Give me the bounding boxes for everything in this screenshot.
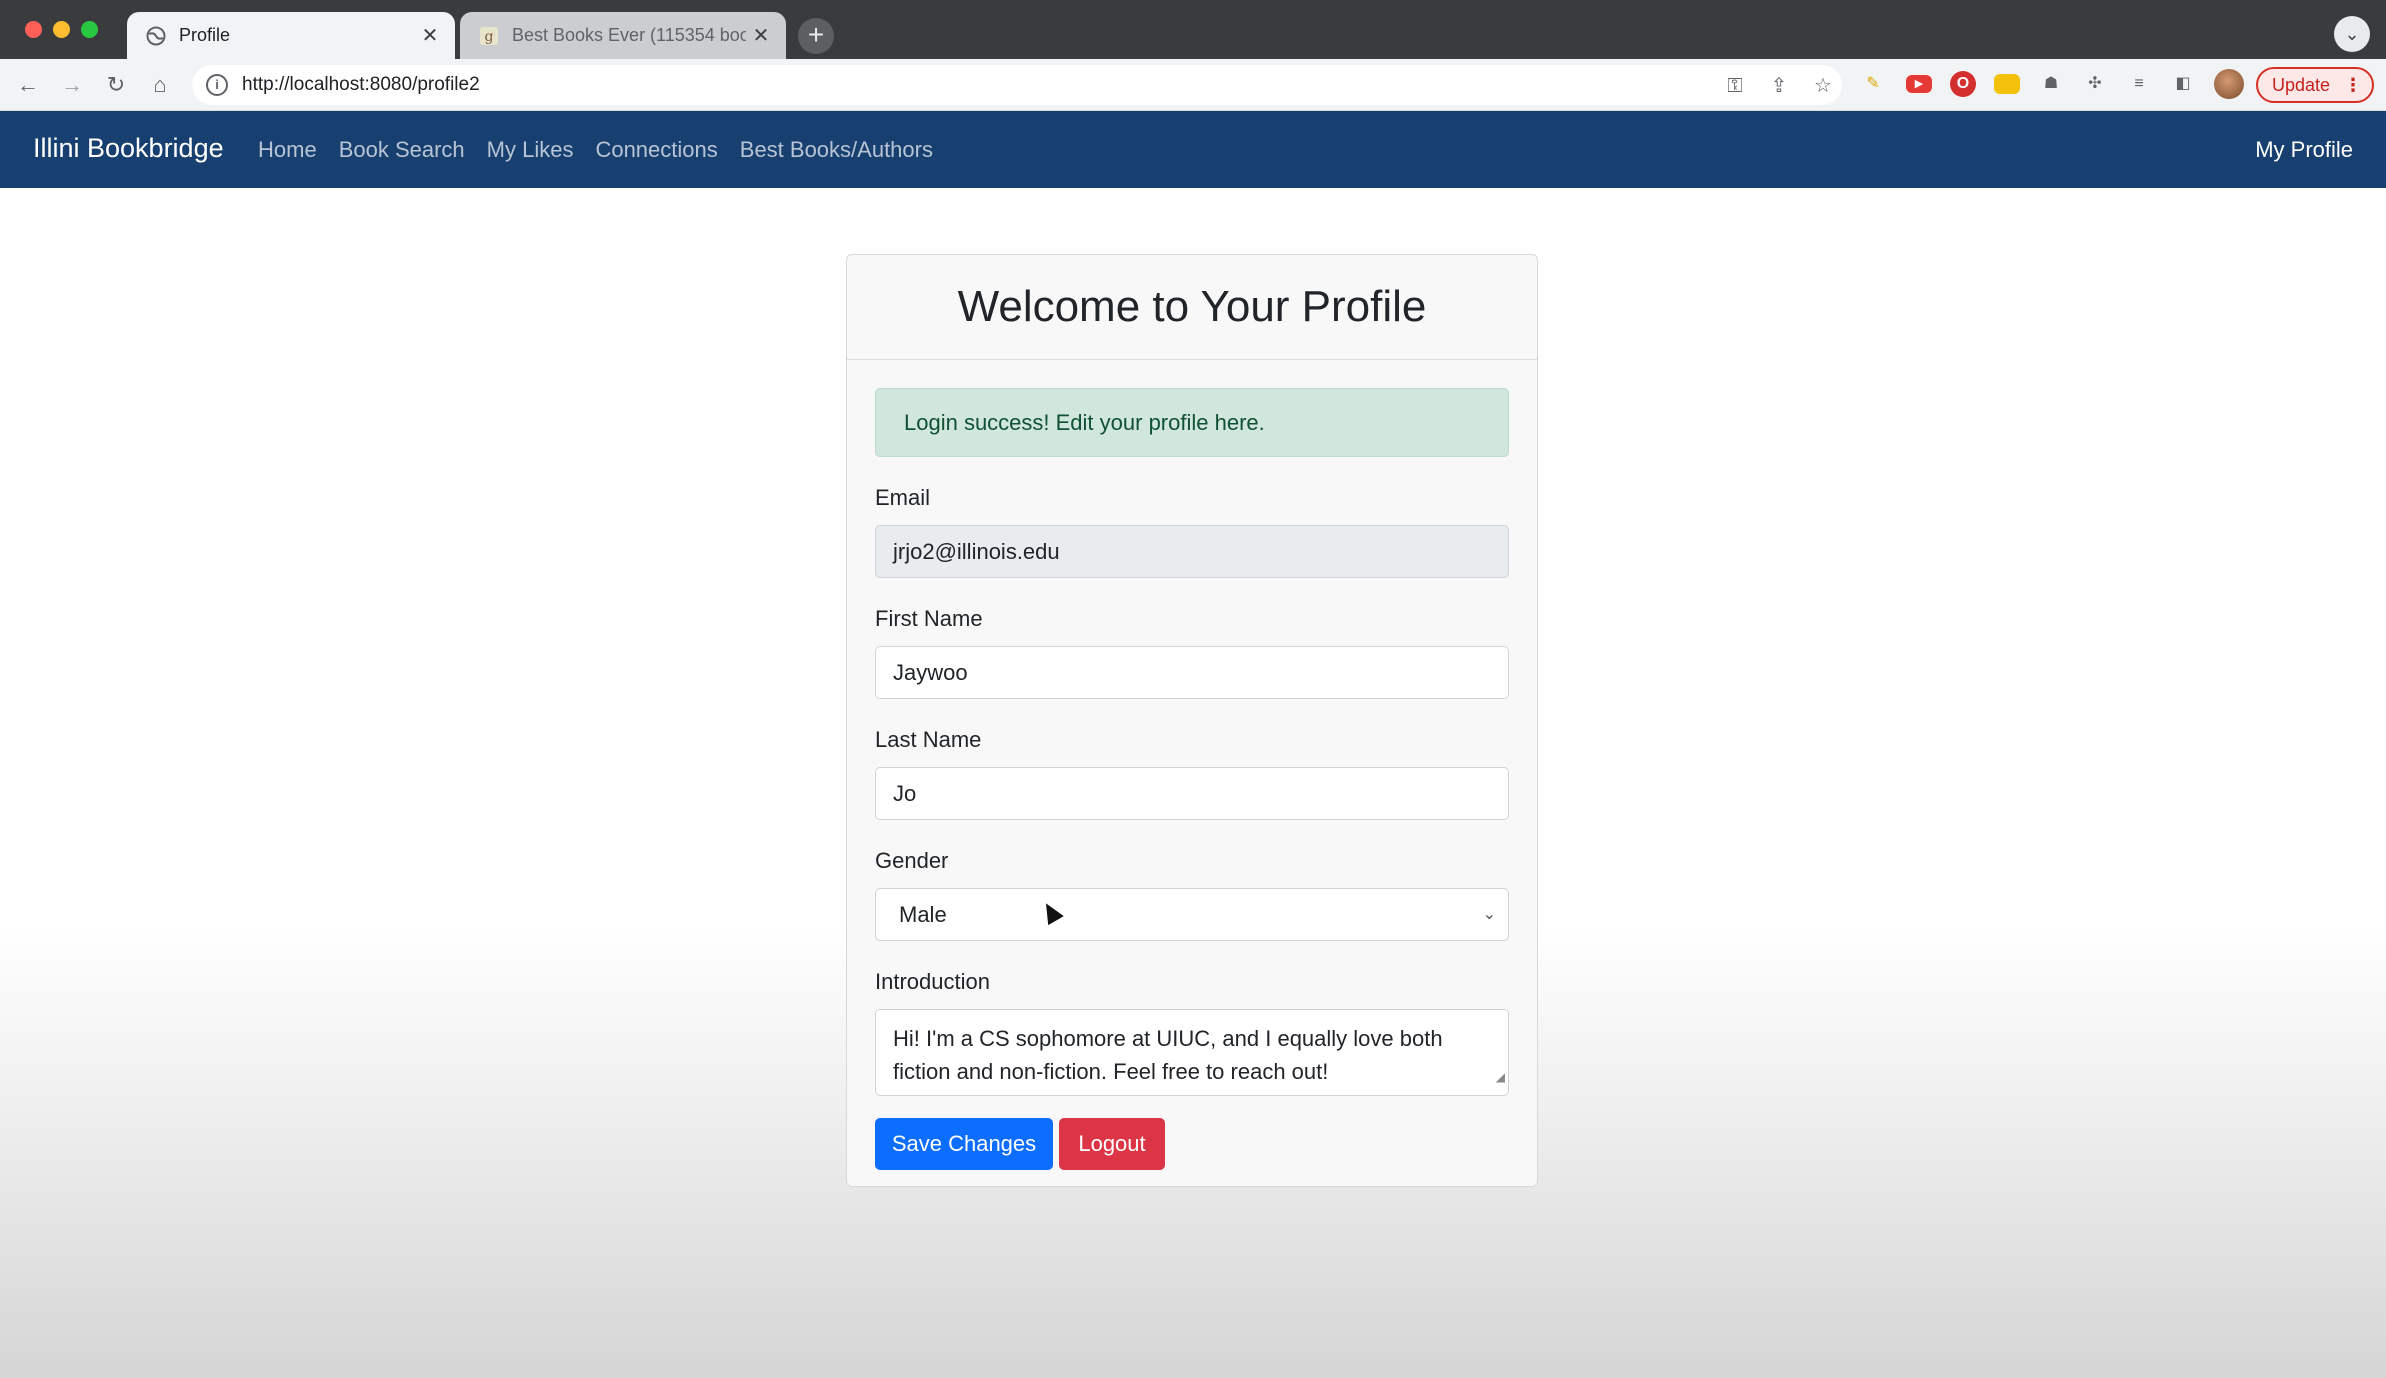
share-icon[interactable]: ⇪	[1766, 73, 1792, 99]
user-avatar[interactable]	[2214, 69, 2244, 99]
close-tab-icon[interactable]: ✕	[746, 23, 776, 48]
profile-form: Login success! Edit your profile here. E…	[847, 360, 1537, 1170]
url-text: http://localhost:8080/profile2	[242, 74, 480, 95]
profile-card: Welcome to Your Profile Login success! E…	[846, 254, 1538, 1187]
pencil-extension-icon[interactable]: ✎	[1860, 71, 1886, 97]
gender-selected-value: Male	[899, 902, 947, 927]
introduction-line: Hi! I'm a CS sophomore at UIUC, and I eq…	[893, 1026, 1443, 1051]
tab-search-button[interactable]: ⌄	[2334, 16, 2370, 52]
info-icon[interactable]: i	[206, 74, 228, 96]
close-window-button[interactable]	[25, 21, 42, 38]
video-extension-icon[interactable]: ▶	[1906, 75, 1932, 93]
browser-toolbar: ← → ↻ ⌂ i http://localhost:8080/profile2…	[0, 59, 2386, 111]
introduction-line: fiction and non-fiction. Feel free to re…	[893, 1059, 1329, 1084]
update-button[interactable]: Update ⋮	[2256, 67, 2374, 103]
brand-logo[interactable]: Illini Bookbridge	[33, 133, 224, 164]
nav-book-search[interactable]: Book Search	[339, 137, 465, 163]
back-icon[interactable]: ←	[12, 69, 44, 101]
globe-icon	[145, 25, 167, 47]
nav-my-likes[interactable]: My Likes	[487, 137, 574, 163]
save-changes-button[interactable]: Save Changes	[875, 1118, 1053, 1170]
chevron-down-icon: ⌄	[1482, 906, 1496, 923]
update-label: Update	[2272, 75, 2331, 95]
bookmark-star-icon[interactable]: ☆	[1810, 73, 1836, 99]
app-navbar: Illini Bookbridge Home Book Search My Li…	[0, 111, 2386, 188]
form-actions: Save Changes Logout	[875, 1118, 1509, 1170]
address-bar[interactable]: i http://localhost:8080/profile2 ⚿ ⇪ ☆	[192, 65, 1842, 105]
nav-home[interactable]: Home	[258, 137, 317, 163]
gender-label: Gender	[875, 848, 949, 873]
resize-handle-icon[interactable]: ◢	[1496, 1061, 1505, 1094]
email-label: Email	[875, 485, 931, 510]
tab-best-books[interactable]: g Best Books Ever (115354 book ✕	[460, 12, 786, 59]
home-icon[interactable]: ⌂	[144, 69, 176, 101]
close-tab-icon[interactable]: ✕	[415, 23, 445, 48]
bug-extension-icon[interactable]: ☗	[2038, 71, 2064, 97]
side-panel-icon[interactable]: ◧	[2170, 71, 2196, 97]
nav-connections[interactable]: Connections	[595, 137, 717, 163]
tab-title: Profile	[179, 25, 231, 45]
yellow-extension-icon[interactable]	[1994, 74, 2020, 94]
opera-extension-icon[interactable]: O	[1950, 71, 1976, 97]
first-name-label: First Name	[875, 606, 983, 631]
gender-select[interactable]: Male ⌄	[875, 888, 1509, 941]
success-alert: Login success! Edit your profile here.	[875, 388, 1509, 457]
more-menu-icon: ⋮	[2344, 75, 2362, 95]
browser-tab-bar: Profile ✕ g Best Books Ever (115354 book…	[0, 0, 2386, 59]
email-field: jrjo2@illinois.edu	[875, 525, 1509, 578]
svg-text:g: g	[485, 29, 494, 45]
minimize-window-button[interactable]	[53, 21, 70, 38]
introduction-label: Introduction	[875, 969, 990, 994]
reading-list-icon[interactable]: ≡	[2126, 71, 2152, 97]
last-name-field[interactable]: Jo	[875, 767, 1509, 820]
first-name-field[interactable]: Jaywoo	[875, 646, 1509, 699]
nav-links: Home Book Search My Likes Connections Be…	[258, 137, 933, 163]
page-title: Welcome to Your Profile	[957, 282, 1427, 331]
tab-profile[interactable]: Profile ✕	[127, 12, 455, 59]
forward-icon[interactable]: →	[56, 69, 88, 101]
nav-best-books-authors[interactable]: Best Books/Authors	[740, 137, 933, 163]
puzzle-extensions-icon[interactable]: ✣	[2082, 71, 2108, 97]
logout-button[interactable]: Logout	[1059, 1118, 1165, 1170]
card-header: Welcome to Your Profile	[847, 255, 1537, 360]
maximize-window-button[interactable]	[81, 21, 98, 38]
key-icon[interactable]: ⚿	[1722, 73, 1748, 99]
last-name-label: Last Name	[875, 727, 982, 752]
reload-icon[interactable]: ↻	[100, 69, 132, 101]
new-tab-button[interactable]: +	[798, 18, 834, 54]
nav-my-profile[interactable]: My Profile	[2255, 137, 2353, 163]
goodreads-icon: g	[478, 25, 500, 47]
tab-title: Best Books Ever (115354 book	[512, 25, 746, 45]
introduction-textarea[interactable]: Hi! I'm a CS sophomore at UIUC, and I eq…	[875, 1009, 1509, 1096]
